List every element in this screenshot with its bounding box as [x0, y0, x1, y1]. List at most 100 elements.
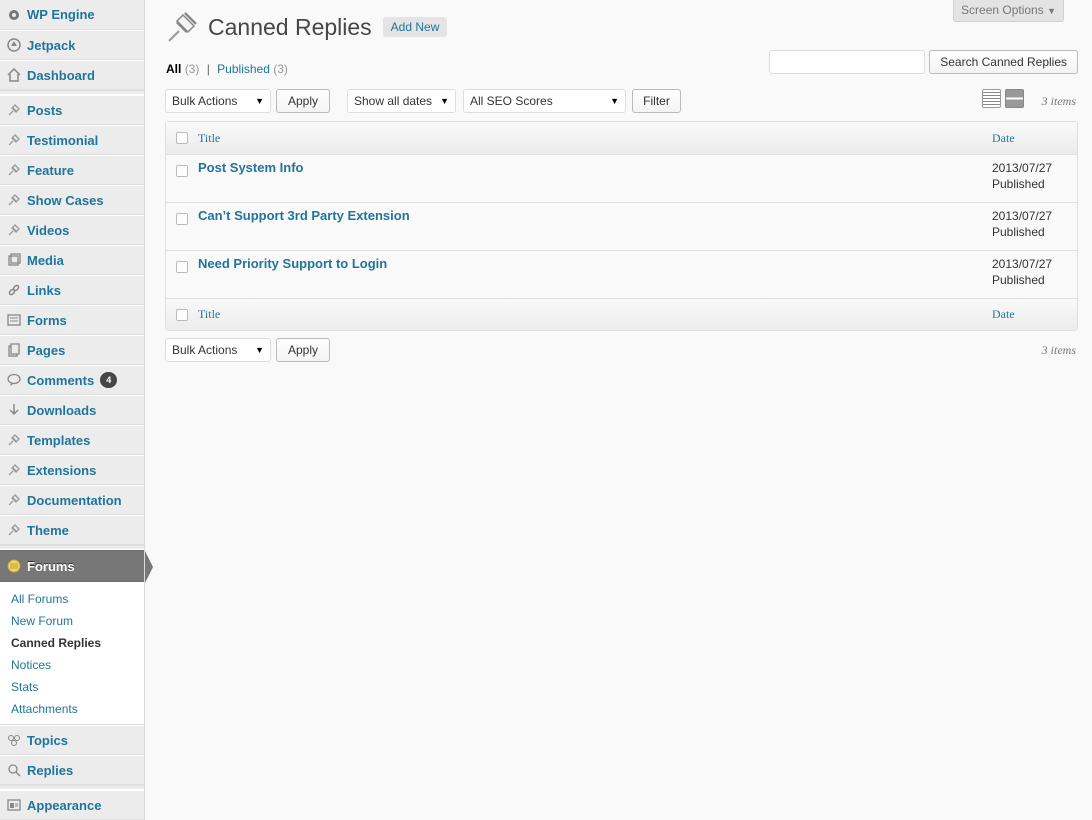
- menu-item-links[interactable]: Links: [0, 275, 144, 305]
- menu-item-videos[interactable]: Videos: [0, 215, 144, 245]
- menu-item-theme[interactable]: Theme: [0, 515, 144, 545]
- menu-item-pages[interactable]: Pages: [0, 335, 144, 365]
- menu-item-label: Forums: [27, 558, 75, 574]
- row-date-cell: 2013/07/27 Published: [992, 251, 1077, 288]
- bulk-actions-select-bottom[interactable]: Bulk Actions ▼: [165, 338, 271, 362]
- row-status: Published: [992, 273, 1045, 287]
- pin-icon: [5, 461, 23, 479]
- replies-table: Title Date Post System Info 2013/07/27 P…: [165, 121, 1078, 331]
- triangle-down-icon: ▼: [1047, 6, 1056, 16]
- menu-item-templates[interactable]: Templates: [0, 425, 144, 455]
- screen-options-button[interactable]: Screen Options ▼: [953, 0, 1064, 22]
- row-title-link[interactable]: Need Priority Support to Login: [198, 251, 992, 271]
- menu-item-downloads[interactable]: Downloads: [0, 395, 144, 425]
- apply-button-bottom[interactable]: Apply: [276, 338, 330, 362]
- menu-item-label: Comments: [27, 372, 95, 388]
- row-date: 2013/07/27: [992, 257, 1053, 271]
- row-checkbox[interactable]: [176, 165, 188, 177]
- filter-all-link[interactable]: All: [166, 62, 181, 76]
- menu-item-label: Pages: [27, 342, 66, 358]
- submenu-notices[interactable]: Notices: [0, 654, 144, 676]
- menu-item-label: Links: [27, 282, 61, 298]
- column-title-header[interactable]: Title: [198, 131, 992, 146]
- seo-scores-select[interactable]: All SEO Scores ▼: [463, 89, 626, 113]
- menu-item-label: Documentation: [27, 492, 122, 508]
- menu-item-posts[interactable]: Posts: [0, 95, 144, 125]
- submenu-attachments[interactable]: Attachments: [0, 698, 144, 720]
- bulk-actions-select[interactable]: Bulk Actions ▼: [165, 89, 271, 113]
- row-status: Published: [992, 225, 1045, 239]
- menu-item-label: Templates: [27, 432, 91, 448]
- menu-item-label: Media: [27, 252, 64, 268]
- table-row: Need Priority Support to Login 2013/07/2…: [166, 250, 1077, 298]
- status-filter-links: All (3) | Published (3): [166, 62, 288, 76]
- column-title-footer[interactable]: Title: [198, 307, 992, 322]
- dates-select[interactable]: Show all dates ▼: [347, 89, 456, 113]
- row-title-link[interactable]: Post System Info: [198, 155, 992, 175]
- screen-options-label: Screen Options: [961, 3, 1044, 17]
- caret-down-icon: ▼: [255, 96, 264, 106]
- forums-submenu: All Forums New Forum Canned Replies Noti…: [0, 582, 144, 725]
- menu-item-replies[interactable]: Replies: [0, 755, 144, 785]
- menu-item-dashboard[interactable]: Dashboard: [0, 60, 144, 90]
- media-icon: [5, 251, 23, 269]
- search-button[interactable]: Search Canned Replies: [929, 50, 1078, 74]
- menu-item-documentation[interactable]: Documentation: [0, 485, 144, 515]
- row-checkbox-cell: [166, 203, 198, 225]
- menu-item-show-cases[interactable]: Show Cases: [0, 185, 144, 215]
- replies-icon: [5, 761, 23, 779]
- row-checkbox[interactable]: [176, 213, 188, 225]
- column-date-footer[interactable]: Date: [992, 307, 1077, 322]
- menu-item-label: Testimonial: [27, 132, 99, 148]
- row-title-link[interactable]: Can’t Support 3rd Party Extension: [198, 203, 992, 223]
- submenu-canned-replies[interactable]: Canned Replies: [0, 632, 144, 654]
- row-date: 2013/07/27: [992, 209, 1053, 223]
- page-heading: Canned Replies Add New: [165, 10, 448, 44]
- filter-separator: |: [206, 62, 210, 76]
- menu-item-label: WP Engine: [27, 7, 95, 22]
- menu-item-extensions[interactable]: Extensions: [0, 455, 144, 485]
- forms-icon: [5, 311, 23, 329]
- apply-button[interactable]: Apply: [276, 89, 330, 113]
- menu-item-media[interactable]: Media: [0, 245, 144, 275]
- caret-down-icon: ▼: [610, 96, 619, 106]
- submenu-new-forum[interactable]: New Forum: [0, 610, 144, 632]
- select-all-checkbox[interactable]: [176, 308, 188, 321]
- pages-icon: [5, 341, 23, 359]
- table-footer: Title Date: [166, 298, 1077, 330]
- menu-item-testimonial[interactable]: Testimonial: [0, 125, 144, 155]
- pin-icon: [5, 101, 23, 119]
- submenu-all-forums[interactable]: All Forums: [0, 588, 144, 610]
- filter-published-count: (3): [273, 62, 288, 76]
- search-input[interactable]: [769, 50, 926, 74]
- menu-item-forums[interactable]: Forums: [0, 550, 153, 583]
- filter-published-link[interactable]: Published: [217, 62, 270, 76]
- menu-item-topics[interactable]: Topics: [0, 725, 144, 755]
- filter-button[interactable]: Filter: [632, 89, 681, 113]
- column-date-header[interactable]: Date: [992, 131, 1077, 146]
- bulk-actions-value: Bulk Actions: [172, 343, 238, 357]
- filter-all-count: (3): [184, 62, 200, 76]
- search-box: Search Canned Replies: [769, 50, 1078, 74]
- list-view-icon[interactable]: [982, 89, 1001, 108]
- menu-item-label: Feature: [27, 162, 74, 178]
- add-new-button[interactable]: Add New: [382, 17, 448, 37]
- menu-item-label: Appearance: [27, 797, 102, 813]
- menu-item-forms[interactable]: Forms: [0, 305, 144, 335]
- menu-item-feature[interactable]: Feature: [0, 155, 144, 185]
- submenu-stats[interactable]: Stats: [0, 676, 144, 698]
- menu-item-wp-engine[interactable]: WP Engine: [0, 0, 144, 30]
- menu-item-jetpack[interactable]: Jetpack: [0, 30, 144, 60]
- pin-icon: [5, 191, 23, 209]
- topics-icon: [5, 731, 23, 749]
- row-checkbox[interactable]: [176, 261, 188, 273]
- menu-item-label: Videos: [27, 222, 70, 238]
- pin-icon: [5, 491, 23, 509]
- appearance-icon: [5, 796, 23, 814]
- select-all-checkbox[interactable]: [176, 132, 188, 144]
- pin-icon: [5, 161, 23, 179]
- excerpt-view-icon[interactable]: [1005, 89, 1024, 108]
- menu-item-comments[interactable]: Comments 4: [0, 365, 144, 395]
- menu-item-label: Posts: [27, 102, 63, 118]
- menu-item-appearance[interactable]: Appearance: [0, 790, 144, 820]
